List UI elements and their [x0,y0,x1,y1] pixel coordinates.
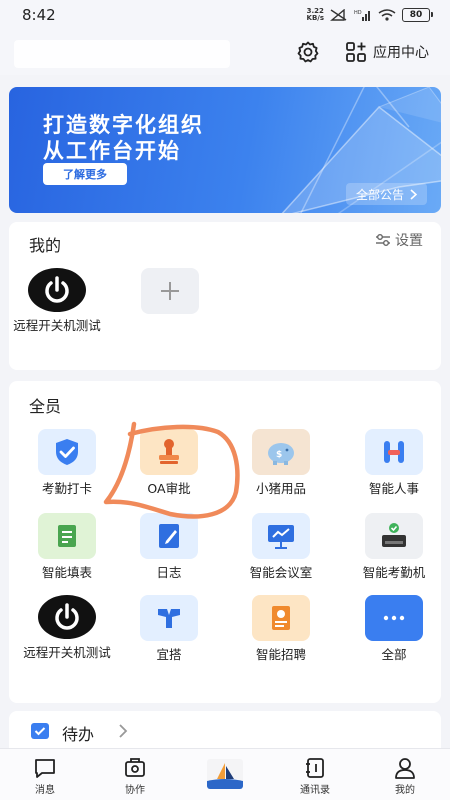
chevron-right-icon [119,724,128,738]
gear-icon[interactable] [296,40,320,64]
power-icon [28,268,86,312]
app-label: 智能填表 [41,565,92,580]
meeting-screen-icon [252,513,310,559]
app-item-oa-approval[interactable]: OA审批 [113,429,225,497]
form-scroll-icon [38,513,96,559]
hr-icon [365,429,423,475]
app-center-label: 应用中心 [373,45,429,61]
promo-banner[interactable]: 打造数字化组织 从工作台开始 了解更多 全部公告 [9,87,441,213]
app-label: 日志 [156,565,182,580]
journal-icon [140,513,198,559]
hd-signal-icon: HD [354,10,370,21]
status-icons: 3.22 KB/s HD 80 [306,7,433,22]
my-apps-settings-label: 设置 [395,233,423,249]
app-label: OA审批 [147,481,191,496]
app-item-attendance[interactable]: 考勤打卡 [11,429,123,497]
learn-more-button[interactable]: 了解更多 [43,163,127,185]
app-item-attendance-machine[interactable]: 智能考勤机 [338,513,450,581]
plus-icon [161,282,179,300]
banner-title-line2: 从工作台开始 [43,139,181,163]
app-label: 智能人事 [368,481,419,496]
app-label: 宜搭 [156,647,182,662]
app-item-journal[interactable]: 日志 [113,513,225,581]
bottom-tab-bar: 消息 协作 通讯录 我的 [0,748,450,800]
app-item-yida[interactable]: 宜搭 [113,595,225,663]
my-apps-card: 我的 设置 远程开关机测试 [9,222,441,370]
app-label: 智能招聘 [255,647,306,662]
app-label: 智能考勤机 [362,565,426,580]
app-item-piggy-supplies[interactable]: $ 小猪用品 [225,429,337,497]
battery-indicator: 80 [402,8,433,22]
app-label: 远程开关机测试 [23,645,111,660]
add-app-button[interactable] [141,268,199,314]
app-item-remote-power[interactable]: 远程开关机测试 [11,595,123,661]
all-staff-apps-card: 全员 考勤打卡 OA审批 $ 小猪用品 智能人事 智能填表 日志 智能会议室 智… [9,381,441,703]
tab-label: 消息 [35,785,55,796]
contacts-icon [306,758,324,778]
profile-icon [395,758,415,779]
yida-icon [140,595,198,641]
app-item-meeting-room[interactable]: 智能会议室 [225,513,337,581]
organization-name-redacted[interactable] [14,40,230,68]
app-item-remote-power-mine[interactable]: 远程开关机测试 [1,268,113,334]
app-item-smart-form[interactable]: 智能填表 [11,513,123,581]
my-apps-settings-button[interactable]: 设置 [375,230,423,250]
net-speed: 3.22 KB/s [306,7,324,22]
recruit-icon [252,595,310,641]
tab-profile[interactable]: 我的 [360,749,450,800]
checkbox-icon [31,723,49,739]
tab-contacts[interactable]: 通讯录 [270,749,360,800]
message-icon [35,759,55,778]
app-item-smart-hr[interactable]: 智能人事 [338,429,450,497]
attendance-check-icon [38,429,96,475]
tab-workbench[interactable] [180,749,270,800]
tab-label: 我的 [395,785,415,796]
collaborate-icon [125,758,145,777]
all-notices-button[interactable]: 全部公告 [345,183,427,205]
all-notices-label: 全部公告 [355,187,404,202]
tab-label: 通讯录 [300,785,330,796]
tab-label: 协作 [125,785,145,796]
app-item-recruit[interactable]: 智能招聘 [225,595,337,663]
sliders-icon [376,234,390,246]
power-icon [38,595,96,639]
app-label: 远程开关机测试 [13,318,101,333]
my-apps-title: 我的 [29,236,62,255]
app-label: 考勤打卡 [41,481,92,496]
tab-collaborate[interactable]: 协作 [90,749,180,800]
more-icon [365,595,423,641]
app-label: 智能会议室 [249,565,313,580]
app-label: 小猪用品 [255,481,306,496]
all-staff-title: 全员 [29,397,62,416]
app-label: 全部 [381,647,407,662]
attendance-machine-icon [365,513,423,559]
tab-messages[interactable]: 消息 [0,749,90,800]
top-header: 应用中心 [0,30,450,75]
app-center-button[interactable]: 应用中心 [345,40,429,64]
workbench-logo-icon [207,759,243,789]
todo-card[interactable]: 待办 [9,711,441,751]
piggy-bank-icon: $ [252,429,310,475]
app-grid-icon [346,42,366,62]
todo-title: 待办 [62,725,95,744]
chevron-right-icon [410,188,417,200]
signal-muted-icon [330,9,347,21]
wifi-icon [378,9,396,21]
status-time: 8:42 [22,6,56,24]
app-item-all[interactable]: 全部 [338,595,450,663]
svg-text:HD: HD [354,10,362,16]
stamp-icon [140,429,198,475]
status-bar: 8:42 3.22 KB/s HD 80 [0,0,450,30]
svg-text:$: $ [276,450,282,460]
